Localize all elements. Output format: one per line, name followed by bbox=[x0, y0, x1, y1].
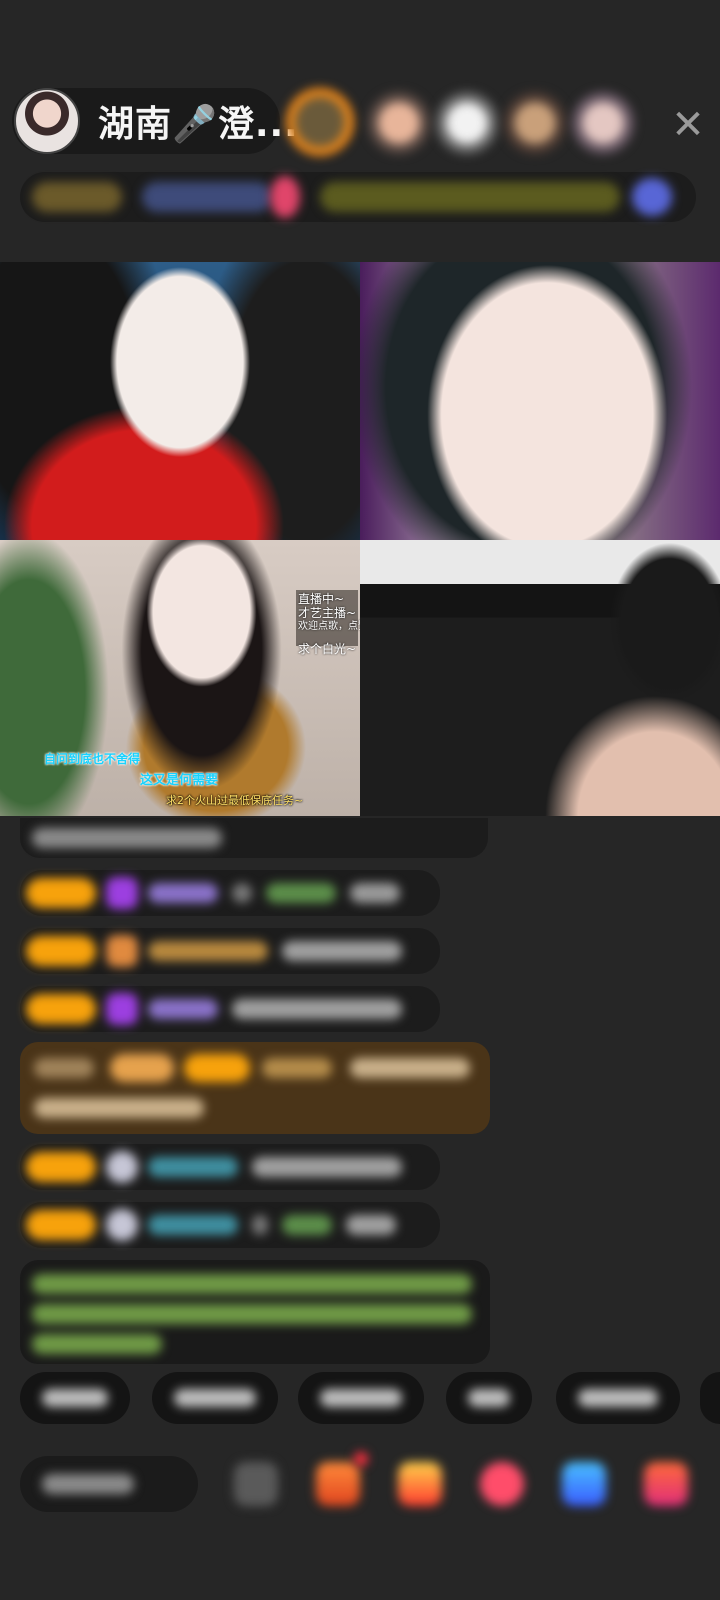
video-tile-3[interactable]: 直播中~ 才艺主播~ 欢迎点歌，点赞 求个白光~ 自问到底也不舍得 这又是何需要… bbox=[0, 540, 360, 816]
quick-reply-chip-5[interactable] bbox=[556, 1372, 680, 1424]
comment-input[interactable] bbox=[20, 1456, 198, 1512]
comment-text bbox=[282, 941, 402, 961]
comment-item-5[interactable] bbox=[20, 1144, 440, 1190]
quick-reply-chip-6[interactable] bbox=[700, 1372, 720, 1424]
overlay-line-1: 直播中~ bbox=[298, 592, 345, 606]
comment-item-3[interactable] bbox=[20, 928, 440, 974]
lyric-caption-2: 这又是何需要 bbox=[140, 773, 219, 788]
comment-item-2[interactable] bbox=[20, 870, 440, 916]
top-viewer-avatar-1[interactable] bbox=[286, 88, 354, 156]
fan-badge bbox=[26, 936, 96, 966]
level-gem-icon bbox=[106, 877, 138, 909]
fan-badge bbox=[26, 878, 96, 908]
username bbox=[148, 999, 218, 1019]
comment-item-6[interactable] bbox=[20, 1202, 440, 1248]
task-caption: 求2个火山过最低保底任务~ bbox=[166, 794, 304, 807]
chip-label bbox=[578, 1389, 658, 1407]
sent-to bbox=[252, 1215, 268, 1235]
close-icon[interactable]: ✕ bbox=[665, 102, 711, 148]
host-name: 湖南🎤澄... bbox=[98, 104, 299, 145]
lyric-caption-1: 自问到底也不舍得 bbox=[44, 752, 141, 766]
comment-text bbox=[252, 1157, 402, 1177]
overlay-line-4: 求个白光~ bbox=[298, 642, 357, 656]
comment-text bbox=[350, 883, 400, 903]
comment-text bbox=[346, 1215, 396, 1235]
quick-reply-chip-3[interactable] bbox=[298, 1372, 424, 1424]
rank-chip-1[interactable] bbox=[32, 182, 122, 212]
video-tile-1[interactable] bbox=[0, 262, 360, 540]
notice-line-1 bbox=[32, 1274, 472, 1294]
quick-reply-chip-1[interactable] bbox=[20, 1372, 130, 1424]
top-viewer-avatar-2[interactable] bbox=[368, 92, 430, 154]
input-placeholder bbox=[42, 1474, 134, 1494]
banner-username bbox=[262, 1058, 332, 1078]
fan-badge bbox=[26, 1152, 96, 1182]
rank-chip-4[interactable] bbox=[320, 182, 620, 212]
top-viewer-avatar-5[interactable] bbox=[572, 92, 634, 154]
gift-box-icon[interactable] bbox=[316, 1462, 360, 1506]
fan-badge bbox=[26, 1210, 96, 1240]
banner-badge bbox=[110, 1054, 174, 1082]
game-controller-icon[interactable] bbox=[562, 1462, 606, 1506]
username bbox=[148, 883, 218, 903]
level-gem-icon bbox=[106, 1151, 138, 1183]
heart-icon[interactable] bbox=[480, 1462, 524, 1506]
chip-label bbox=[320, 1389, 402, 1407]
gift-name bbox=[266, 883, 336, 903]
quick-reply-chip-4[interactable] bbox=[446, 1372, 532, 1424]
banner-text bbox=[350, 1058, 470, 1078]
video-tile-4[interactable] bbox=[360, 540, 720, 816]
level-gem-icon bbox=[106, 993, 138, 1025]
comment-item-1[interactable] bbox=[20, 818, 488, 858]
rank-chip-2[interactable] bbox=[142, 182, 272, 212]
chip-label bbox=[174, 1389, 256, 1407]
overlay-line-3: 欢迎点歌，点赞 bbox=[298, 621, 360, 632]
username bbox=[148, 1157, 238, 1177]
banner-text-2 bbox=[34, 1098, 204, 1118]
level-gem-icon bbox=[106, 935, 138, 967]
comment-text bbox=[32, 828, 222, 848]
sent-to bbox=[232, 883, 252, 903]
rank-chip-5[interactable] bbox=[632, 178, 672, 216]
ranking-bar[interactable] bbox=[20, 172, 696, 222]
top-viewer-avatar-4[interactable] bbox=[504, 92, 566, 154]
comment-item-4[interactable] bbox=[20, 986, 440, 1032]
lucky-bag-icon[interactable] bbox=[644, 1462, 688, 1506]
chip-label bbox=[42, 1389, 108, 1407]
host-avatar[interactable] bbox=[14, 88, 80, 154]
red-envelope-icon[interactable] bbox=[398, 1462, 442, 1506]
chip-label bbox=[468, 1389, 510, 1407]
fan-badge bbox=[26, 994, 96, 1024]
level-gem-icon bbox=[106, 1209, 138, 1241]
video-tile-2[interactable] bbox=[360, 262, 720, 540]
system-notice bbox=[20, 1260, 490, 1364]
username bbox=[148, 941, 268, 961]
overlay-line-2: 才艺主播~ bbox=[298, 606, 357, 620]
notice-line-2 bbox=[32, 1304, 472, 1324]
rank-chip-3[interactable] bbox=[270, 176, 300, 218]
top-viewer-avatar-3[interactable] bbox=[436, 92, 498, 154]
banner-badge-2 bbox=[184, 1054, 250, 1082]
banner-user bbox=[34, 1058, 94, 1078]
gift-banner[interactable] bbox=[20, 1042, 490, 1134]
username bbox=[148, 1215, 238, 1235]
comment-text bbox=[232, 999, 402, 1019]
host-info-pill[interactable]: 湖南🎤澄... bbox=[12, 88, 298, 154]
gift-name bbox=[282, 1215, 332, 1235]
emoji-icon[interactable] bbox=[234, 1462, 278, 1506]
notice-line-3 bbox=[32, 1334, 162, 1354]
quick-reply-chip-2[interactable] bbox=[152, 1372, 278, 1424]
notification-dot bbox=[354, 1452, 368, 1466]
